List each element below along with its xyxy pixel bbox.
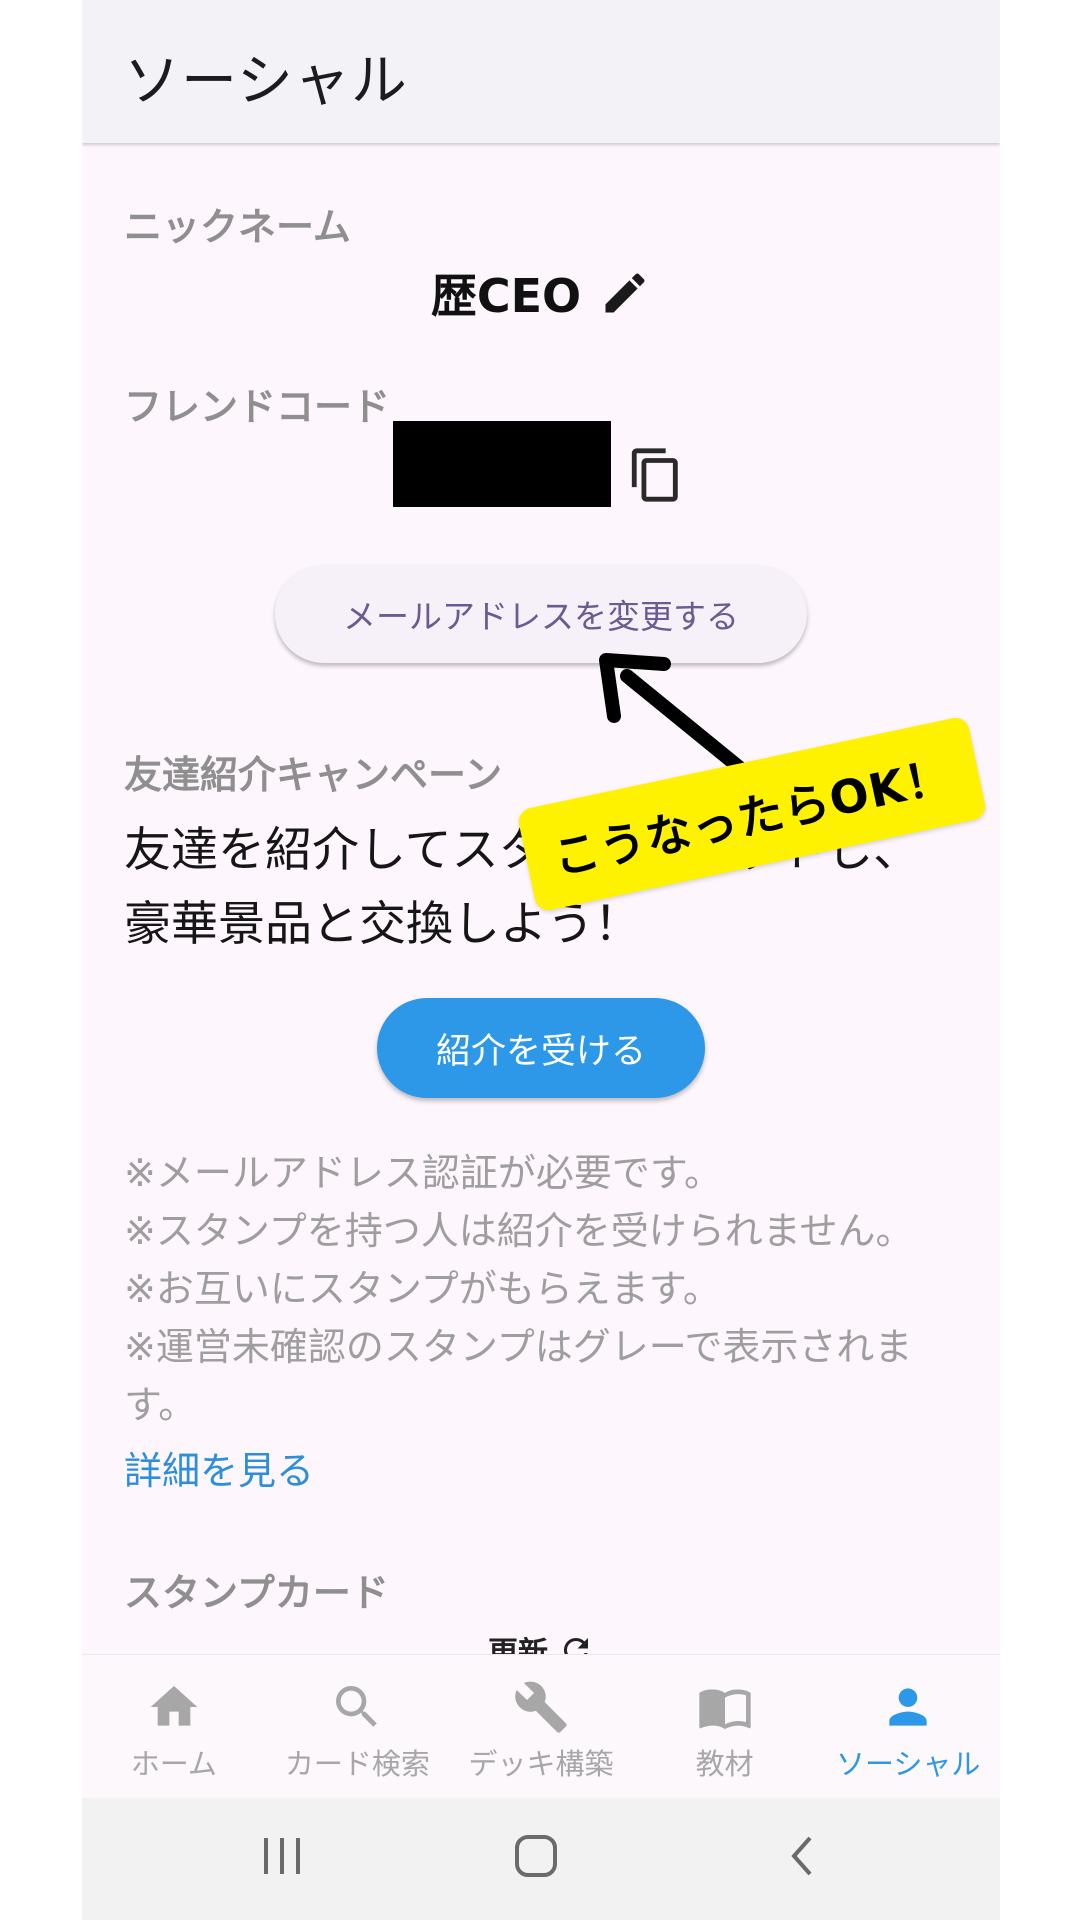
nav-label: デッキ構築 [468, 1747, 614, 1781]
social-screen: ソーシャル ニックネーム 歴CEO フレンドコード メールアドレスを変更する 友… [82, 0, 1000, 1920]
stamp-card-label: スタンプカード [124, 1571, 389, 1615]
note-item: ※お互いにスタンプがもらえます。 [124, 1267, 721, 1311]
app-bar: ソーシャル [82, 0, 1000, 143]
nav-item-card-search[interactable]: カード検索 [266, 1655, 450, 1798]
nav-label: ホーム [130, 1747, 217, 1781]
recent-apps-icon[interactable] [260, 1834, 304, 1878]
bottom-navigation: ホーム カード検索 デッキ構築 教材 ソーシャル [82, 1654, 1000, 1798]
friend-code-redacted [393, 421, 611, 507]
home-button-icon[interactable] [514, 1834, 558, 1878]
note-item: ※運営未確認のスタンプはグレーで表示されます。 [124, 1325, 913, 1427]
friend-code-label: フレンドコード [124, 385, 391, 429]
nickname-row: 歴CEO [82, 258, 1000, 328]
wrench-icon [515, 1681, 567, 1733]
note-item: ※スタンプを持つ人は紹介を受けられません。 [124, 1209, 914, 1253]
nav-label: ソーシャル [835, 1747, 981, 1781]
nickname-value: 歴CEO [430, 269, 582, 323]
nav-label: カード検索 [284, 1747, 430, 1781]
nav-item-materials[interactable]: 教材 [633, 1655, 817, 1798]
nav-item-social[interactable]: ソーシャル [816, 1655, 1000, 1798]
search-icon [336, 1686, 378, 1727]
nav-item-deck-build[interactable]: デッキ構築 [449, 1655, 633, 1798]
home-icon [150, 1686, 198, 1726]
nav-item-home[interactable]: ホーム [82, 1655, 266, 1798]
nav-label: 教材 [695, 1747, 754, 1781]
book-icon [698, 1689, 751, 1730]
pencil-icon[interactable] [599, 267, 651, 319]
receive-referral-button[interactable]: 紹介を受ける [377, 998, 705, 1098]
change-email-button[interactable]: メールアドレスを変更する [275, 565, 807, 663]
campaign-label: 友達紹介キャンペーン [124, 753, 503, 797]
copy-icon[interactable] [627, 444, 685, 506]
person-icon [889, 1688, 927, 1726]
page-title: ソーシャル [124, 49, 408, 114]
campaign-notes: ※メールアドレス認証が必要です。 ※スタンプを持つ人は紹介を受けられません。 ※… [124, 1144, 974, 1434]
note-item: ※メールアドレス認証が必要です。 [124, 1151, 723, 1195]
back-icon[interactable] [782, 1834, 826, 1878]
details-link[interactable]: 詳細を見る [124, 1440, 314, 1495]
system-navigation-bar [82, 1798, 1000, 1920]
nickname-label: ニックネーム [124, 205, 351, 249]
